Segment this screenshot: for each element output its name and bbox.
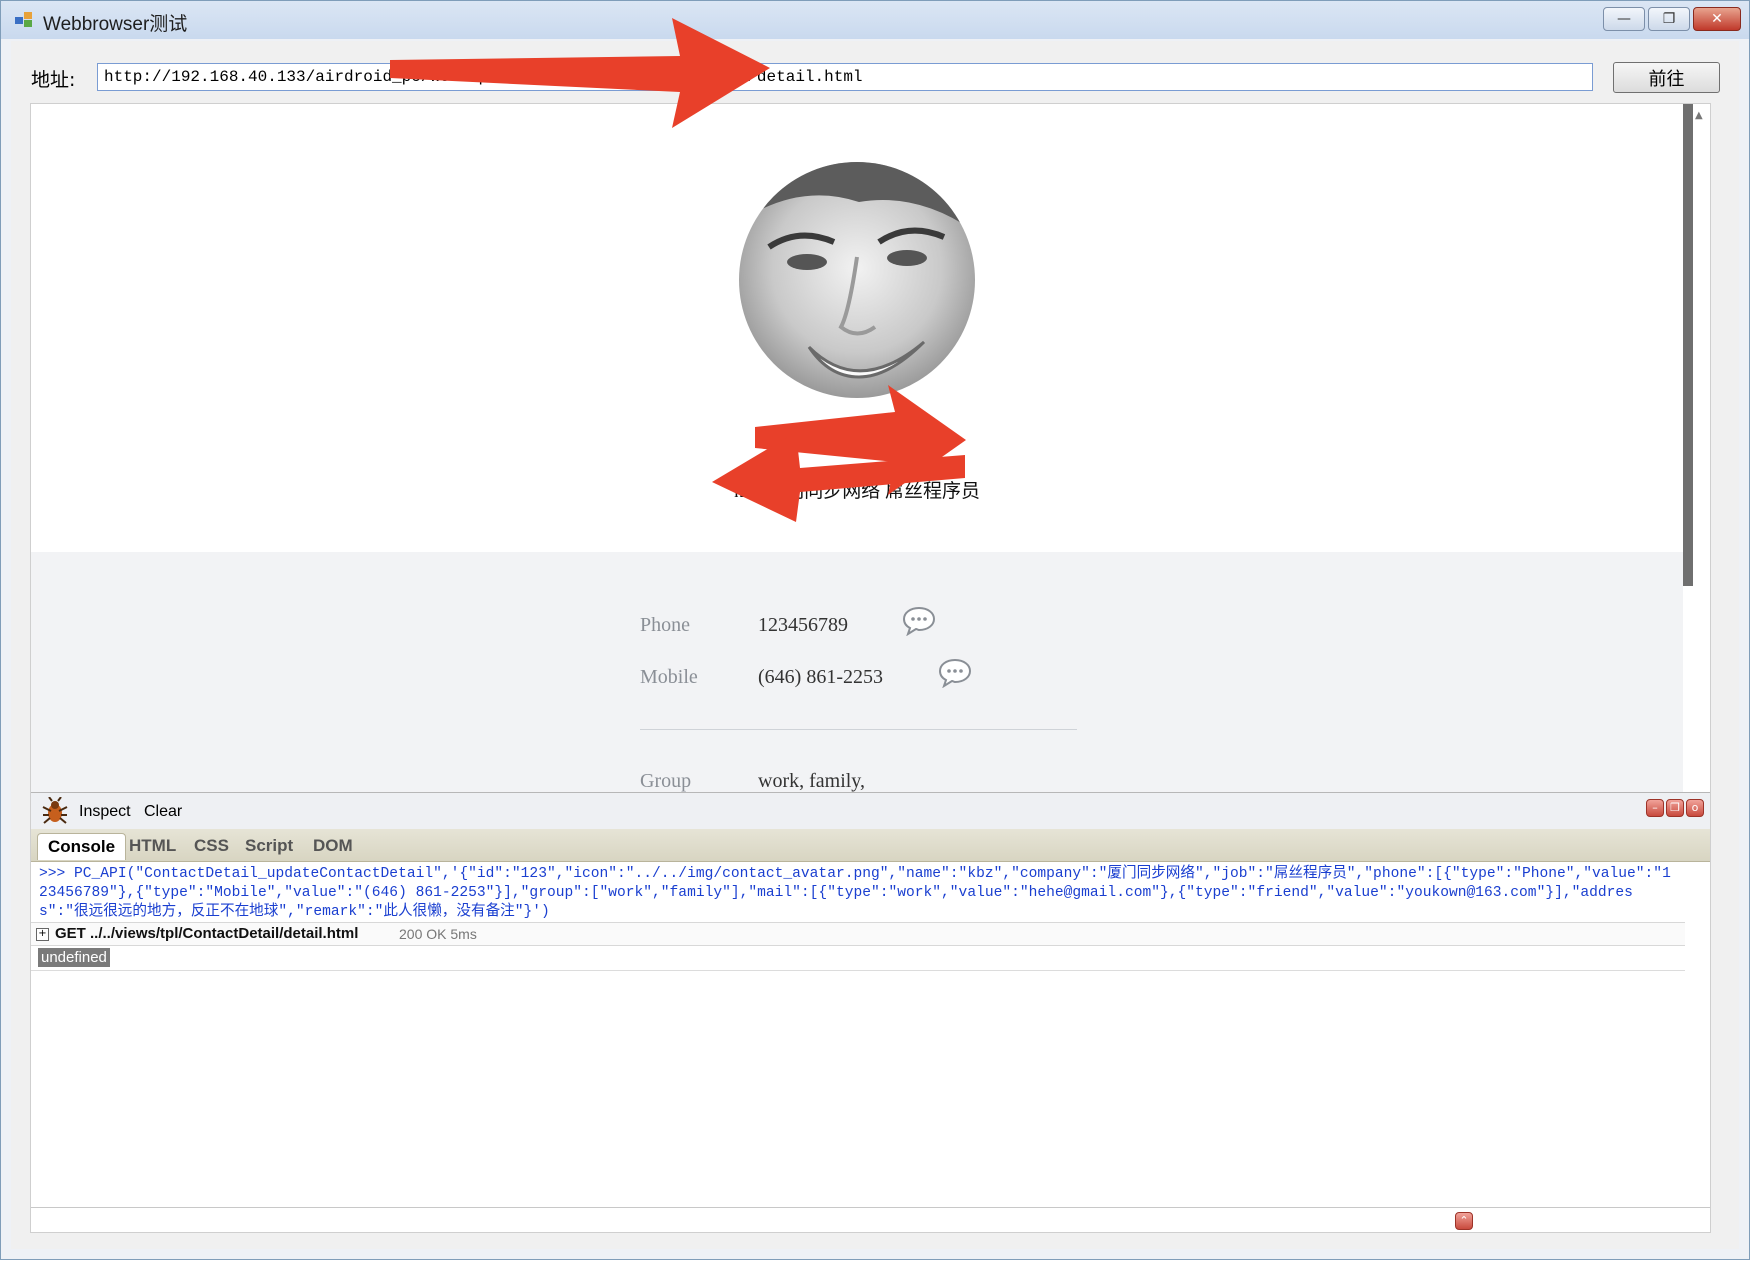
scroll-up-icon[interactable]: ▲ [1695, 110, 1703, 121]
title-bar[interactable]: Webbrowser测试 — ❐ ✕ [1, 1, 1749, 39]
minimize-panel-icon[interactable]: – [1646, 799, 1664, 817]
inspect-button[interactable]: Inspect [79, 803, 131, 821]
webbrowser-control: kbz 厦门同步网络 屌丝程序员 Phone 123456789 Mobile … [30, 103, 1711, 1233]
network-request-row[interactable]: + GET ../../views/tpl/ContactDetail/deta… [31, 922, 1685, 946]
command-line-bar[interactable]: ⌃ [31, 1207, 1710, 1232]
firebug-icon[interactable] [39, 796, 71, 825]
expand-command-icon[interactable]: ⌃ [1455, 1212, 1473, 1230]
maximize-button[interactable]: ❐ [1648, 7, 1690, 31]
tab-dom[interactable]: DOM [303, 833, 363, 859]
app-icon [15, 12, 33, 28]
mobile-label: Mobile [640, 666, 698, 688]
result-divider [31, 970, 1685, 971]
client-area: 地址: 前往 [11, 41, 1739, 1249]
contact-details: Phone 123456789 Mobile (646) 861-2253 Gr… [31, 552, 1683, 792]
close-button[interactable]: ✕ [1693, 7, 1741, 31]
tab-script[interactable]: Script [235, 833, 303, 859]
tab-console[interactable]: Console [37, 833, 127, 860]
request-status: 200 OK 5ms [399, 926, 477, 942]
new-window-icon[interactable]: ❐ [1666, 799, 1684, 817]
tab-html[interactable]: HTML [119, 833, 186, 859]
minimize-button[interactable]: — [1603, 7, 1645, 31]
phone-label: Phone [640, 614, 690, 636]
contact-avatar [739, 162, 975, 398]
address-input[interactable] [97, 63, 1593, 91]
console-result: undefined [38, 948, 110, 967]
expand-icon[interactable]: + [36, 928, 49, 941]
page-scrollbar[interactable]: ▲ [1683, 104, 1710, 792]
contact-name-company-job: kbz 厦门同步网络 屌丝程序员 [734, 481, 980, 502]
group-value: work, family, [758, 770, 866, 792]
close-panel-icon[interactable]: o [1686, 799, 1704, 817]
address-label: 地址: [31, 69, 76, 91]
console-command: >>> PC_API("ContactDetail_updateContactD… [39, 866, 1671, 920]
firebug-tabs: Console HTML CSS Script DOM [31, 829, 1710, 862]
firebug-toolbar: Inspect Clear – ❐ o [31, 793, 1710, 829]
firebug-lite-panel: Inspect Clear – ❐ o Console HTML CSS Scr… [31, 792, 1710, 1232]
mobile-value: (646) 861-2253 [758, 666, 883, 688]
console-output: >>> PC_API("ContactDetail_updateContactD… [31, 862, 1710, 1207]
group-label: Group [640, 770, 692, 792]
message-icon[interactable] [902, 606, 936, 642]
app-window: Webbrowser测试 — ❐ ✕ 地址: 前往 [0, 0, 1750, 1260]
scrollbar-thumb[interactable] [1683, 104, 1693, 586]
clear-button[interactable]: Clear [144, 803, 182, 821]
details-divider [640, 729, 1077, 730]
contact-header: kbz 厦门同步网络 屌丝程序员 [31, 104, 1683, 552]
go-button[interactable]: 前往 [1613, 62, 1720, 93]
tab-css[interactable]: CSS [184, 833, 239, 859]
window-title: Webbrowser测试 [43, 14, 188, 35]
message-icon[interactable] [938, 658, 972, 694]
phone-value: 123456789 [758, 614, 848, 636]
request-url: GET ../../views/tpl/ContactDetail/detail… [55, 925, 359, 942]
